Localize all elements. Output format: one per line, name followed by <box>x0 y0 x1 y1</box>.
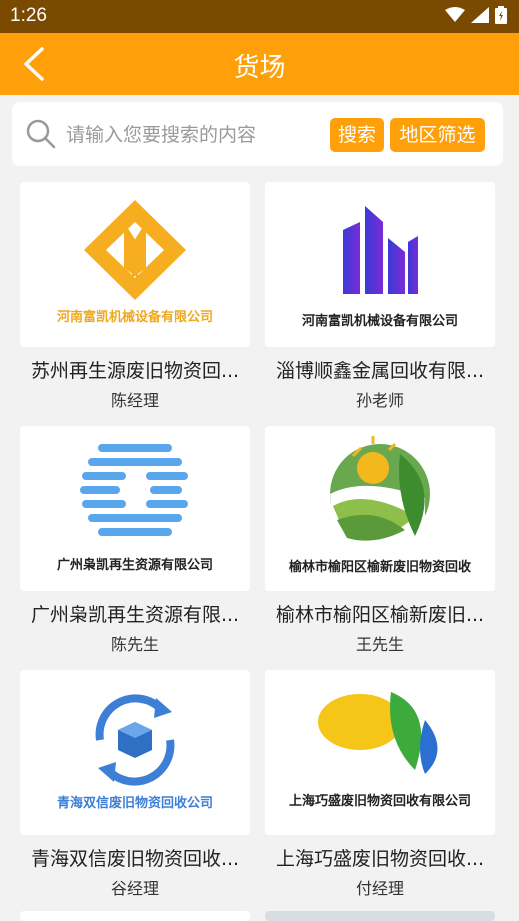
yard-card-partial[interactable] <box>20 911 250 921</box>
status-bar: 1:26 <box>0 0 519 33</box>
status-icons <box>445 6 507 24</box>
logo-caption: 河南富凯机械设备有限公司 <box>301 314 458 329</box>
page-title: 货场 <box>233 53 286 83</box>
logo-caption: 上海巧盛废旧物资回收有限公司 <box>288 794 471 809</box>
logo-caption: 广州枭凯再生资源有限公司 <box>56 558 213 573</box>
yard-card[interactable]: 河南富凯机械设备有限公司 <box>265 182 495 347</box>
search-bar: 搜索 地区筛选 <box>12 102 503 166</box>
contact-name: 谷经理 <box>110 879 159 898</box>
contact-name: 陈先生 <box>110 635 159 654</box>
yard-name[interactable]: 上海巧盛废旧物资回收... <box>260 844 500 871</box>
battery-icon <box>495 6 507 24</box>
yard-card[interactable]: 上海巧盛废旧物资回收有限公司 <box>265 670 495 835</box>
logo-caption: 青海双信废旧物资回收公司 <box>56 796 213 811</box>
yard-name[interactable]: 榆林市榆阳区榆新废旧... <box>260 600 500 627</box>
yard-name[interactable]: 广州枭凯再生资源有限... <box>15 600 255 627</box>
wifi-icon <box>445 7 465 22</box>
logo-caption: 榆林市榆阳区榆新废旧物资回收 <box>288 560 471 575</box>
yard-card[interactable]: 河南富凯机械设备有限公司 <box>20 182 250 347</box>
yard-name[interactable]: 淄博顺鑫金属回收有限... <box>260 356 500 383</box>
region-filter-button[interactable]: 地区筛选 <box>390 118 485 152</box>
yard-name[interactable]: 青海双信废旧物资回收... <box>15 844 255 871</box>
yard-card[interactable]: 广州枭凯再生资源有限公司 <box>20 426 250 591</box>
company-logo <box>318 692 438 774</box>
yard-card[interactable]: 青海双信废旧物资回收公司 <box>20 670 250 835</box>
contact-name: 陈经理 <box>110 391 159 410</box>
contact-name: 付经理 <box>355 879 404 898</box>
app-header: 货场 <box>0 33 519 95</box>
yard-card[interactable]: 榆林市榆阳区榆新废旧物资回收 <box>265 426 495 591</box>
yard-card-partial[interactable] <box>265 911 495 921</box>
search-input[interactable] <box>64 116 328 154</box>
logo-caption: 河南富凯机械设备有限公司 <box>56 310 213 325</box>
status-time: 1:26 <box>10 5 47 26</box>
yard-name[interactable]: 苏州再生源废旧物资回... <box>15 356 255 383</box>
search-button[interactable]: 搜索 <box>330 118 384 152</box>
signal-icon <box>471 7 489 23</box>
contact-name: 王先生 <box>355 635 404 654</box>
contact-name: 孙老师 <box>355 391 404 410</box>
search-icon <box>26 119 56 149</box>
